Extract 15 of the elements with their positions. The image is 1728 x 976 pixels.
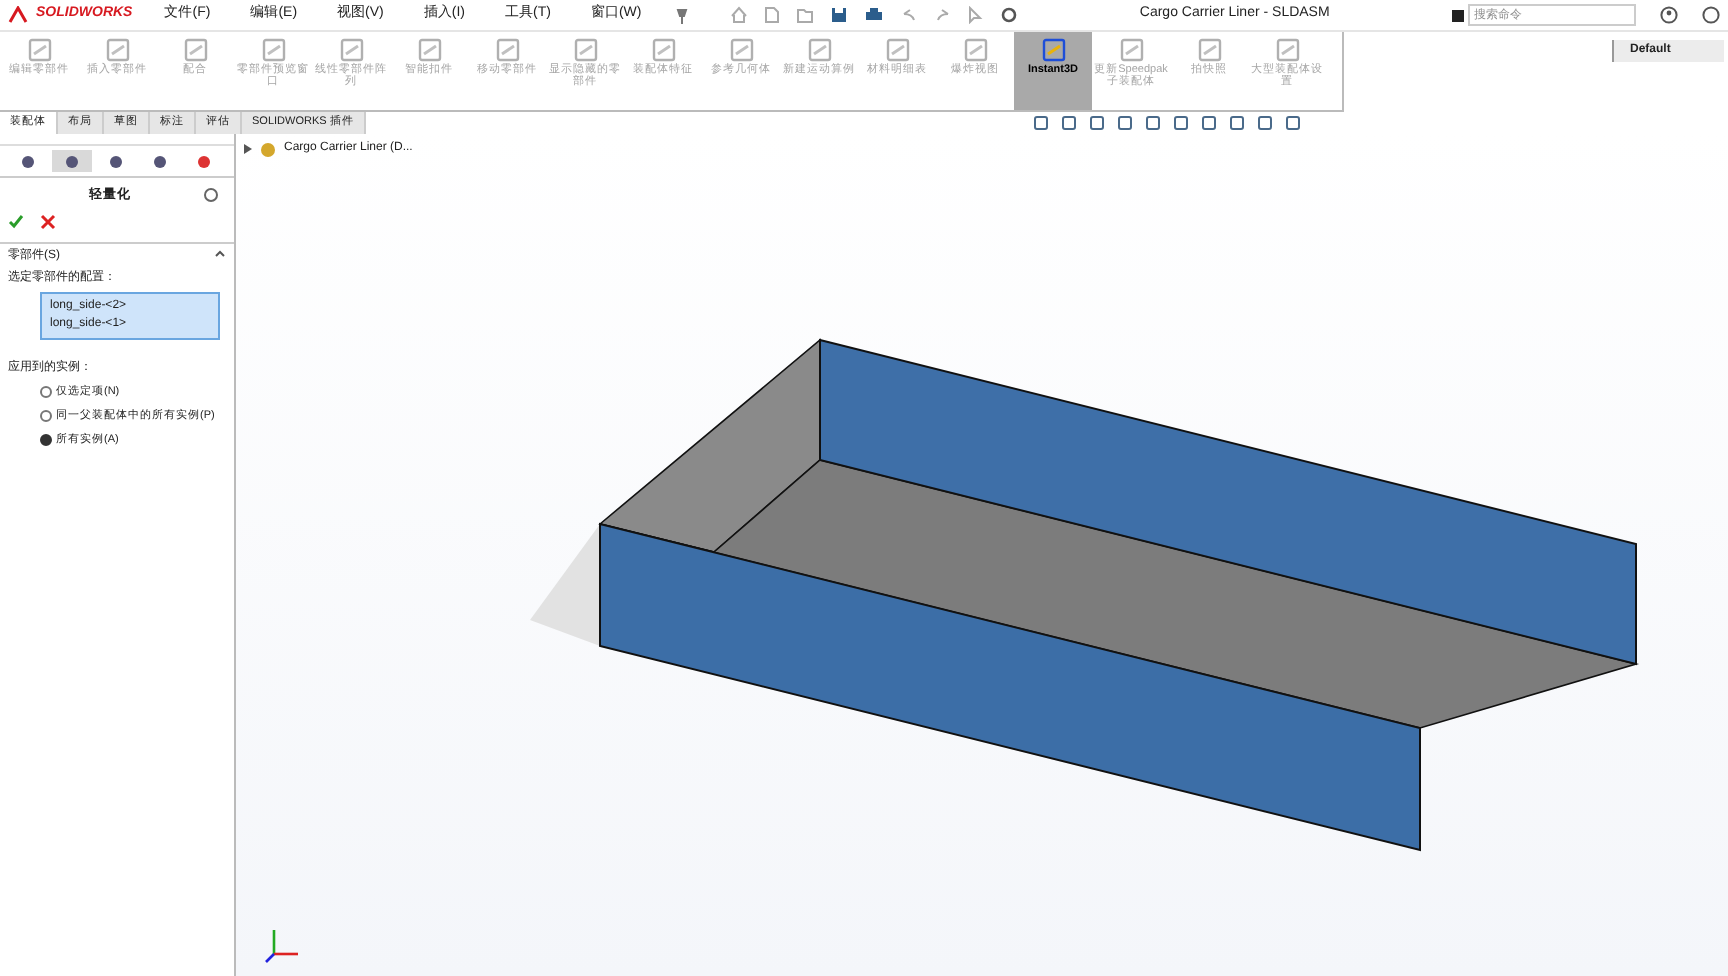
cancel-x-icon[interactable] <box>40 213 56 230</box>
collapse-icon[interactable] <box>214 247 226 260</box>
axis-triad-icon <box>264 924 304 964</box>
terminal-icon <box>1452 9 1464 21</box>
assembly-icon <box>260 141 276 157</box>
radio-button[interactable] <box>40 385 52 398</box>
pin-icon[interactable] <box>673 7 690 23</box>
save-icon[interactable] <box>829 6 848 24</box>
radio-button[interactable] <box>40 434 52 447</box>
ok-check-icon[interactable] <box>8 213 24 230</box>
logo-icon <box>8 6 28 24</box>
tool-icon <box>1039 36 1067 64</box>
radio-button[interactable] <box>40 410 52 423</box>
print-icon[interactable] <box>863 6 884 24</box>
expand-arrow-icon[interactable] <box>244 144 252 154</box>
